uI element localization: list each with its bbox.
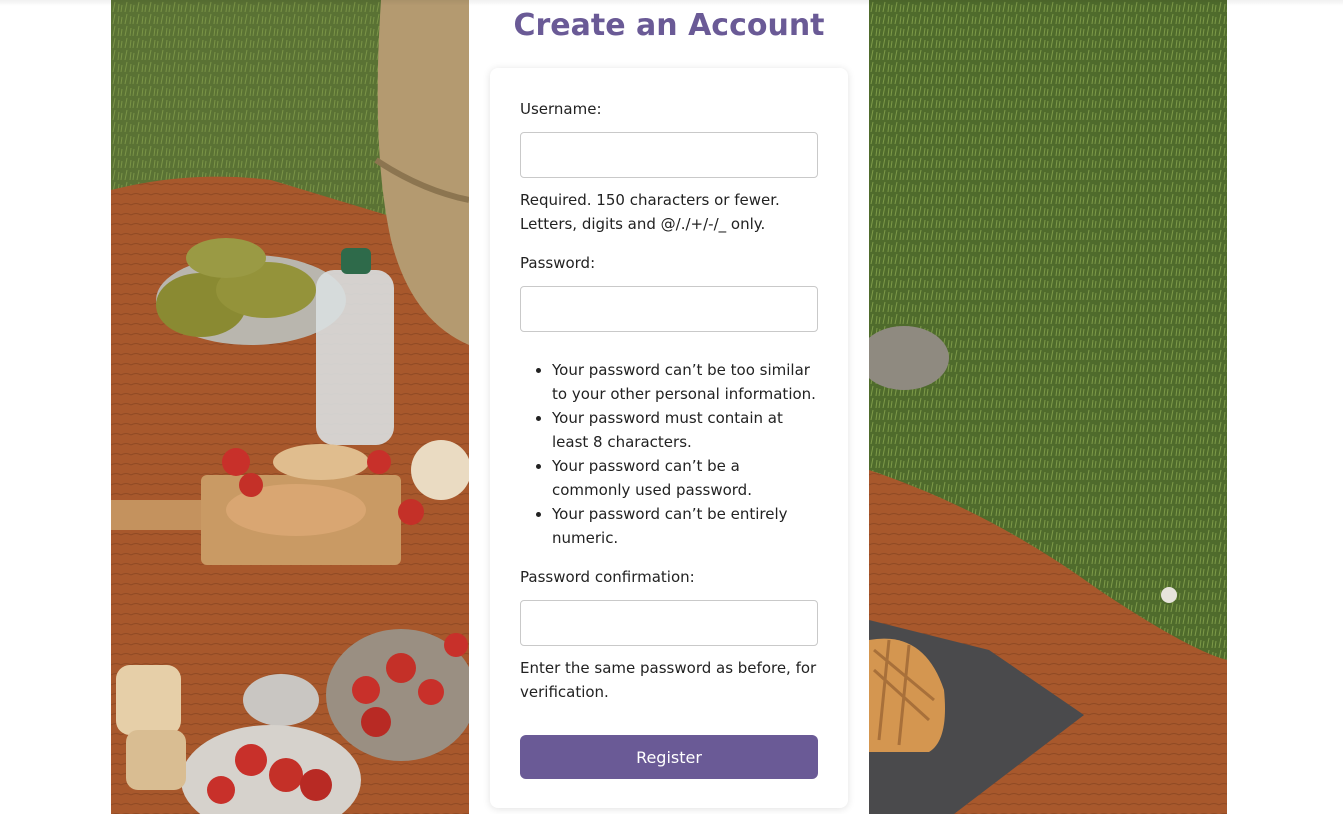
picnic-food-illustration (111, 0, 469, 814)
top-shadow (0, 0, 1343, 6)
password-confirmation-input[interactable] (520, 600, 818, 646)
password-confirmation-help-text: Enter the same password as before, for v… (520, 659, 817, 701)
username-input[interactable] (520, 132, 818, 178)
password-rule: Your password can’t be too similar to yo… (552, 358, 820, 406)
registration-form: Username: Required. 150 characters or fe… (490, 68, 848, 808)
password-confirmation-label: Password confirmation: (520, 568, 695, 586)
register-button[interactable]: Register (520, 735, 818, 779)
username-help-text: Required. 150 characters or fewer. Lette… (520, 191, 780, 233)
password-input[interactable] (520, 286, 818, 332)
left-background-photo (111, 0, 469, 814)
picnic-grass-illustration (869, 0, 1227, 814)
password-label: Password: (520, 254, 596, 272)
page-title: Create an Account (513, 8, 825, 43)
username-label: Username: (520, 100, 602, 118)
right-background-photo (869, 0, 1227, 814)
password-requirements-list: Your password can’t be too similar to yo… (520, 358, 820, 550)
password-rule: Your password must contain at least 8 ch… (552, 406, 820, 454)
password-rule: Your password can’t be entirely numeric. (552, 502, 820, 550)
password-rule: Your password can’t be a commonly used p… (552, 454, 820, 502)
registration-panel: Create an Account Username: Required. 15… (469, 0, 869, 814)
